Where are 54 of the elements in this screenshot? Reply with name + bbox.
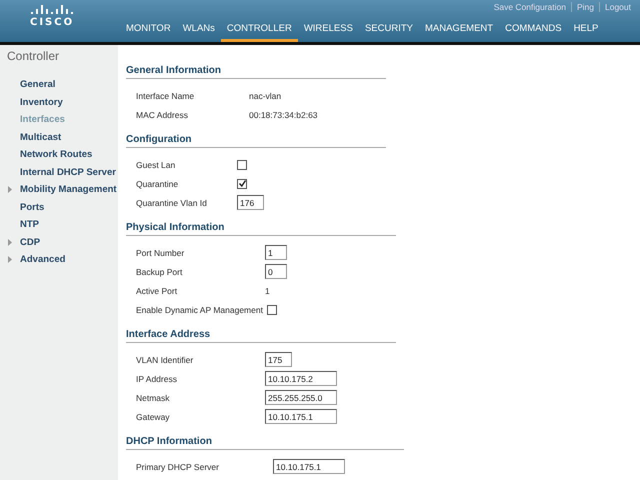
input-field[interactable]: 255.255.255.0 <box>265 390 337 405</box>
logo-bars-icon <box>30 4 74 16</box>
input-field[interactable]: 0 <box>265 264 287 279</box>
menu-tab[interactable]: HELP <box>568 20 604 42</box>
menu-tab[interactable]: WIRELESS <box>298 20 359 42</box>
field-label: IP Address <box>136 374 178 384</box>
menu-tab[interactable]: SECURITY <box>358 20 419 42</box>
field-label: Interface Name <box>136 90 196 100</box>
sidebar-item[interactable]: Internal DHCP Server <box>20 166 116 178</box>
menu-tab[interactable]: WLANs <box>176 20 221 42</box>
field-label: Primary DHCP Server <box>136 462 220 472</box>
sidebar-item[interactable]: Inventory <box>20 96 63 108</box>
field-label: Quarantine Vlan Id <box>136 198 208 208</box>
sidebar-item[interactable]: Network Routes <box>20 149 92 160</box>
menu-tab[interactable]: CONTROLLER <box>220 20 298 42</box>
field-label: Guest Lan <box>136 160 176 170</box>
field-value: 00:18:73:34:b2:63 <box>249 110 318 120</box>
section-heading: Configuration <box>126 133 386 148</box>
sidebar-item[interactable]: General <box>20 79 56 90</box>
sidebar-item[interactable]: Ports <box>20 202 44 213</box>
section-heading: Physical Information <box>126 221 396 236</box>
section-heading: Interface Address <box>126 328 396 343</box>
sidebar-item[interactable]: NTP <box>20 219 39 230</box>
field-label: Quarantine <box>136 178 180 188</box>
input-field[interactable]: 175 <box>265 352 292 367</box>
field-value: nac-vlan <box>249 90 282 100</box>
field-label: Backup Port <box>136 266 184 276</box>
sidebar-title: Controller <box>7 49 60 63</box>
checkbox[interactable] <box>237 160 247 170</box>
section-heading: DHCP Information <box>126 435 404 450</box>
input-field[interactable]: 10.10.175.2 <box>265 371 337 386</box>
field-label: MAC Address <box>136 110 189 120</box>
field-label: Port Number <box>136 248 186 258</box>
field-label: Netmask <box>136 392 171 402</box>
menu-tab[interactable]: MANAGEMENT <box>418 20 500 42</box>
input-field[interactable]: 10.10.175.1 <box>273 459 345 474</box>
field-value: 1 <box>265 286 270 296</box>
input-field[interactable]: 10.10.175.1 <box>265 409 337 424</box>
field-label: VLAN Identifier <box>136 354 194 364</box>
checkbox[interactable] <box>266 304 277 314</box>
sidebar-item[interactable]: CDP <box>20 236 40 248</box>
input-field[interactable]: 176 <box>237 195 264 210</box>
menu-tab[interactable]: MONITOR <box>120 20 177 42</box>
checkbox[interactable] <box>237 178 247 188</box>
field-label: Gateway <box>136 412 171 422</box>
input-field[interactable]: 1 <box>265 245 287 260</box>
sidebar-item[interactable]: Multicast <box>20 132 62 143</box>
field-label: Enable Dynamic AP Management <box>136 304 263 314</box>
sidebar-item[interactable]: Mobility Management <box>20 184 117 196</box>
section-heading: General Information <box>126 64 386 79</box>
sidebar-item[interactable]: Advanced <box>20 254 66 266</box>
logo-text: CISCO <box>30 17 74 28</box>
field-label: Active Port <box>136 286 178 296</box>
menu-tab[interactable]: COMMANDS <box>499 20 568 42</box>
